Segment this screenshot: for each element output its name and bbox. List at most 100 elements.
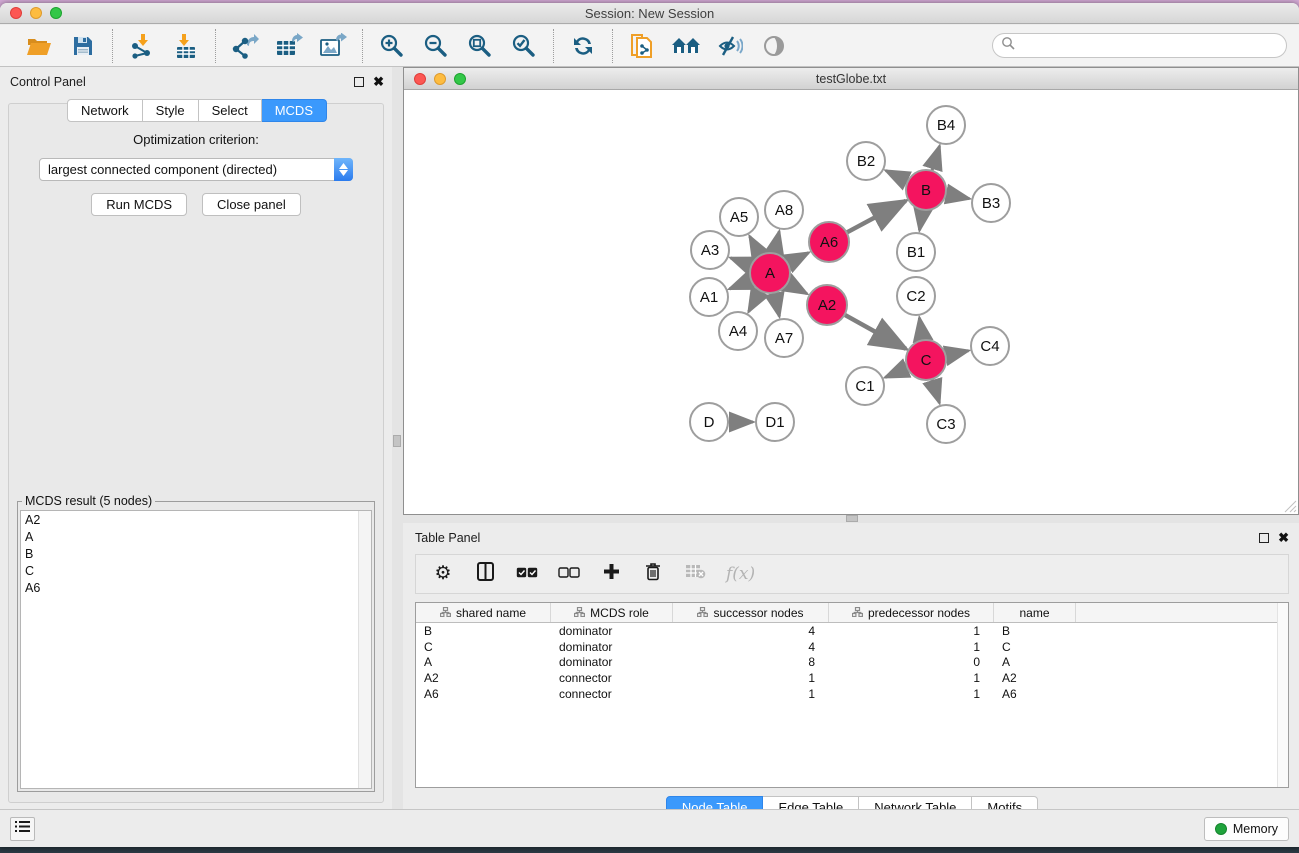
edge-A-A6[interactable] bbox=[788, 253, 809, 264]
float-panel-icon[interactable] bbox=[354, 77, 364, 87]
search-input[interactable] bbox=[1020, 38, 1286, 53]
table-cell[interactable]: A6 bbox=[416, 687, 551, 701]
export-image-button[interactable] bbox=[318, 31, 348, 61]
mcds-result-list[interactable]: A2ABCA6 bbox=[20, 510, 372, 789]
table-row[interactable]: A2connector11A2 bbox=[416, 670, 1288, 686]
zoom-in-button[interactable] bbox=[377, 31, 407, 61]
horizontal-split-divider[interactable] bbox=[403, 515, 1299, 523]
close-window-button[interactable] bbox=[10, 7, 22, 19]
table-cell[interactable]: 1 bbox=[829, 640, 994, 654]
table-cell[interactable]: 4 bbox=[673, 640, 829, 654]
zoom-fit-button[interactable] bbox=[465, 31, 495, 61]
function-builder-button[interactable]: f(x) bbox=[726, 562, 755, 586]
table-cell[interactable]: connector bbox=[551, 671, 673, 685]
select-all-button[interactable] bbox=[516, 562, 538, 586]
table-cell[interactable]: A6 bbox=[994, 687, 1076, 701]
task-history-button[interactable] bbox=[10, 817, 35, 841]
edge-A-A8[interactable] bbox=[774, 231, 779, 253]
mcds-result-item[interactable]: A bbox=[21, 528, 371, 545]
table-row[interactable]: Adominator80A bbox=[416, 655, 1288, 671]
column-header-name[interactable]: name bbox=[994, 603, 1076, 622]
tab-select[interactable]: Select bbox=[199, 99, 262, 122]
table-cell[interactable]: connector bbox=[551, 687, 673, 701]
table-scrollbar[interactable] bbox=[1277, 603, 1288, 787]
hide-selected-button[interactable] bbox=[715, 31, 745, 61]
edge-A-A3[interactable] bbox=[731, 258, 752, 266]
network-close-button[interactable] bbox=[414, 73, 426, 85]
table-cell[interactable]: dominator bbox=[551, 655, 673, 669]
node-A[interactable]: A bbox=[750, 253, 790, 293]
export-table-button[interactable] bbox=[274, 31, 304, 61]
node-A1[interactable]: A1 bbox=[690, 278, 728, 316]
node-A8[interactable]: A8 bbox=[765, 191, 803, 229]
table-row[interactable]: A6connector11A6 bbox=[416, 686, 1288, 702]
edge-C-C3[interactable] bbox=[932, 379, 939, 403]
node-A6[interactable]: A6 bbox=[809, 222, 849, 262]
node-table[interactable]: shared nameMCDS rolesuccessor nodesprede… bbox=[415, 602, 1289, 788]
node-C1[interactable]: C1 bbox=[846, 367, 884, 405]
node-B[interactable]: B bbox=[906, 170, 946, 210]
node-B1[interactable]: B1 bbox=[897, 233, 935, 271]
node-D[interactable]: D bbox=[690, 403, 728, 441]
table-cell[interactable]: 1 bbox=[673, 687, 829, 701]
mcds-result-item[interactable]: C bbox=[21, 562, 371, 579]
edge-C-C2[interactable] bbox=[919, 318, 923, 341]
edge-C-C4[interactable] bbox=[946, 351, 969, 356]
tab-style[interactable]: Style bbox=[143, 99, 199, 122]
export-network-button[interactable] bbox=[230, 31, 260, 61]
edge-B-B1[interactable] bbox=[920, 210, 923, 231]
table-cell[interactable]: C bbox=[416, 640, 551, 654]
node-A7[interactable]: A7 bbox=[765, 319, 803, 357]
node-A3[interactable]: A3 bbox=[691, 231, 729, 269]
edge-A-A1[interactable] bbox=[729, 280, 751, 289]
edge-C-C1[interactable] bbox=[885, 368, 907, 378]
vertical-split-divider[interactable] bbox=[392, 67, 403, 809]
table-cell[interactable]: 1 bbox=[829, 671, 994, 685]
import-table-button[interactable] bbox=[171, 31, 201, 61]
node-A5[interactable]: A5 bbox=[720, 198, 758, 236]
show-all-button[interactable] bbox=[759, 31, 789, 61]
table-cell[interactable]: 8 bbox=[673, 655, 829, 669]
zoom-selected-button[interactable] bbox=[509, 31, 539, 61]
table-row[interactable]: Bdominator41B bbox=[416, 623, 1288, 639]
add-row-button[interactable] bbox=[600, 562, 622, 586]
table-cell[interactable]: 0 bbox=[829, 655, 994, 669]
node-B4[interactable]: B4 bbox=[927, 106, 965, 144]
network-minimize-button[interactable] bbox=[434, 73, 446, 85]
edge-A-A2[interactable] bbox=[787, 283, 807, 294]
node-B2[interactable]: B2 bbox=[847, 142, 885, 180]
open-file-button[interactable] bbox=[24, 31, 54, 61]
close-panel-icon[interactable]: ✖ bbox=[1278, 533, 1289, 543]
result-scrollbar[interactable] bbox=[358, 511, 371, 788]
new-network-from-selection-button[interactable] bbox=[627, 31, 657, 61]
deselect-all-button[interactable] bbox=[558, 562, 580, 586]
table-cell[interactable]: B bbox=[416, 624, 551, 638]
table-cell[interactable]: A bbox=[416, 655, 551, 669]
optimization-criterion-dropdown[interactable]: largest connected component (directed) bbox=[39, 158, 353, 181]
zoom-out-button[interactable] bbox=[421, 31, 451, 61]
edge-A2-C[interactable] bbox=[844, 315, 905, 349]
edge-B-B4[interactable] bbox=[932, 146, 940, 171]
table-options-button[interactable]: ⚙ bbox=[432, 562, 454, 586]
mcds-result-item[interactable]: B bbox=[21, 545, 371, 562]
resize-grip-icon[interactable] bbox=[1284, 500, 1297, 513]
node-A4[interactable]: A4 bbox=[719, 312, 757, 350]
table-cell[interactable]: dominator bbox=[551, 624, 673, 638]
node-C3[interactable]: C3 bbox=[927, 405, 965, 443]
close-panel-icon[interactable]: ✖ bbox=[373, 77, 384, 87]
mcds-result-item[interactable]: A6 bbox=[21, 579, 371, 596]
refresh-button[interactable] bbox=[568, 31, 598, 61]
destroy-table-button[interactable] bbox=[684, 562, 706, 586]
close-panel-button[interactable]: Close panel bbox=[202, 193, 301, 216]
edge-B-B3[interactable] bbox=[946, 194, 970, 199]
mcds-result-item[interactable]: A2 bbox=[21, 511, 371, 528]
table-cell[interactable]: 4 bbox=[673, 624, 829, 638]
table-cell[interactable]: 1 bbox=[829, 624, 994, 638]
edge-B-B2[interactable] bbox=[886, 171, 908, 182]
divider-handle[interactable] bbox=[393, 435, 401, 447]
table-cell[interactable]: A2 bbox=[994, 671, 1076, 685]
table-cell[interactable]: C bbox=[994, 640, 1076, 654]
edge-A6-B[interactable] bbox=[847, 201, 906, 233]
table-cell[interactable]: 1 bbox=[673, 671, 829, 685]
node-C[interactable]: C bbox=[906, 340, 946, 380]
